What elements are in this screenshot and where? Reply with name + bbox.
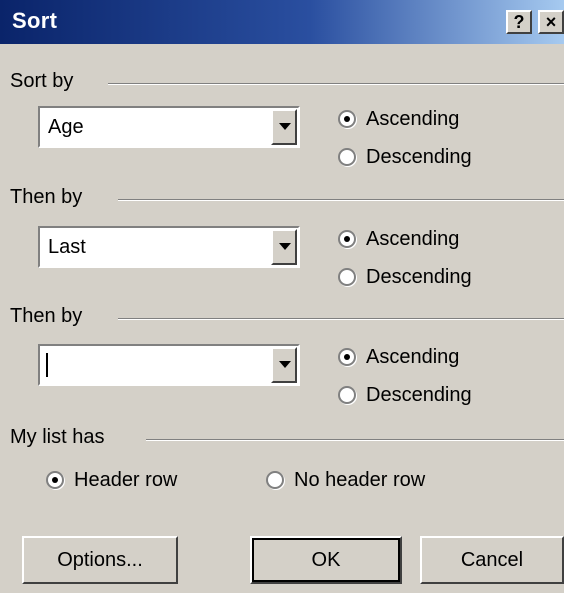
ok-button[interactable]: OK (250, 536, 402, 584)
cancel-button[interactable]: Cancel (420, 536, 564, 584)
radio-selected-icon (46, 471, 64, 489)
then-by-2-descending-label: Descending (366, 384, 472, 406)
then-by-2-label: Then by (10, 305, 83, 327)
sort-by-descending-label: Descending (366, 146, 472, 168)
dialog-title: Sort (12, 8, 58, 33)
close-button[interactable]: × (538, 10, 564, 34)
list-has-label: My list has (10, 426, 105, 448)
radio-selected-icon (338, 230, 356, 248)
then-by-1-divider (118, 199, 564, 201)
then-by-1-label: Then by (10, 186, 83, 208)
then-by-2-divider (118, 318, 564, 320)
help-button[interactable]: ? (506, 10, 532, 34)
sort-by-value: Age (48, 116, 84, 138)
sort-by-combo[interactable]: Age (38, 106, 300, 148)
sort-dialog: Sort ? × Sort by Age Ascending Descendin… (0, 0, 564, 593)
radio-unselected-icon (338, 268, 356, 286)
then-by-1-ascending-label: Ascending (366, 228, 460, 250)
then-by-2-ascending-label: Ascending (366, 346, 460, 368)
radio-selected-icon (338, 110, 356, 128)
options-button[interactable]: Options... (22, 536, 178, 584)
then-by-1-descending-label: Descending (366, 266, 472, 288)
then-by-1-dropdown-button[interactable] (271, 229, 297, 265)
then-by-2-combo[interactable] (38, 344, 300, 386)
chevron-down-icon (279, 361, 291, 368)
header-row-label: Header row (74, 469, 178, 491)
chevron-down-icon (279, 123, 291, 130)
then-by-1-combo[interactable]: Last (38, 226, 300, 268)
chevron-down-icon (279, 243, 291, 250)
sort-by-label: Sort by (10, 70, 74, 92)
radio-unselected-icon (338, 386, 356, 404)
radio-unselected-icon (338, 148, 356, 166)
list-has-divider (146, 439, 564, 441)
sort-by-divider (108, 83, 564, 85)
then-by-1-value: Last (48, 236, 86, 258)
no-header-row-label: No header row (294, 469, 426, 491)
sort-by-dropdown-button[interactable] (271, 109, 297, 145)
then-by-2-dropdown-button[interactable] (271, 347, 297, 383)
text-caret (46, 353, 48, 377)
sort-by-ascending-label: Ascending (366, 108, 460, 130)
title-bar: Sort ? × (0, 0, 564, 44)
radio-unselected-icon (266, 471, 284, 489)
radio-selected-icon (338, 348, 356, 366)
